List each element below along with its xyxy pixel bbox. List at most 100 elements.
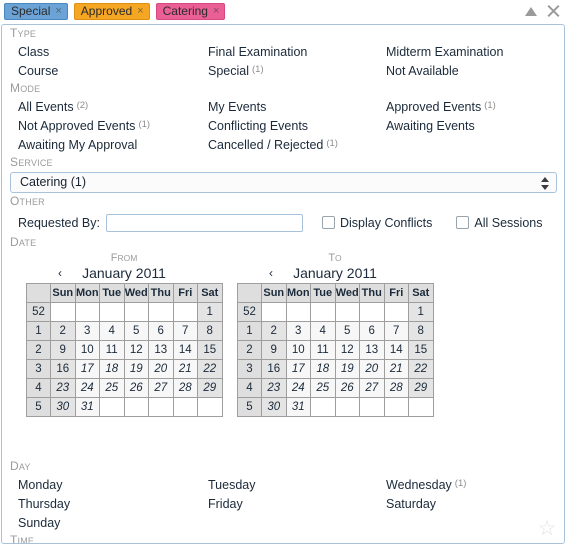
section-heading-initial: D bbox=[10, 235, 19, 249]
calendar-day-cell[interactable]: 6 bbox=[148, 321, 174, 341]
calendar-day-cell[interactable]: 31 bbox=[74, 397, 100, 417]
calendar-day-cell[interactable]: 16 bbox=[261, 359, 287, 379]
select-stepper-arrows-icon[interactable] bbox=[541, 176, 550, 191]
calendar-day-cell[interactable]: 22 bbox=[197, 359, 223, 379]
calendar-day-cell[interactable]: 15 bbox=[197, 340, 223, 360]
option-approved-events[interactable]: Approved Events (1) bbox=[386, 97, 564, 116]
option-day-tuesday[interactable]: Tuesday bbox=[208, 475, 386, 494]
calendar-day-cell[interactable]: 23 bbox=[261, 378, 287, 398]
calendar-day-cell[interactable]: 16 bbox=[50, 359, 76, 379]
calendar-day-cell[interactable]: 18 bbox=[99, 359, 125, 379]
calendar-day-cell[interactable]: 30 bbox=[50, 397, 76, 417]
option-day-saturday[interactable]: Saturday bbox=[386, 494, 564, 513]
calendar-day-cell[interactable]: 12 bbox=[123, 340, 149, 360]
calendar-day-cell[interactable]: 22 bbox=[408, 359, 434, 379]
option-conflicting-events[interactable]: Conflicting Events bbox=[208, 116, 386, 135]
option-day-thursday[interactable]: Thursday bbox=[18, 494, 208, 513]
calendar-day-cell[interactable]: 2 bbox=[50, 321, 76, 341]
calendar-day-cell[interactable]: 13 bbox=[359, 340, 385, 360]
calendar-prev-month-icon[interactable]: ‹ bbox=[269, 263, 273, 283]
display-conflicts-checkbox[interactable]: Display Conflicts bbox=[322, 216, 432, 230]
calendar-day-cell[interactable]: 21 bbox=[172, 359, 198, 379]
calendar-day-cell[interactable]: 29 bbox=[408, 378, 434, 398]
option-awaiting-my-approval[interactable]: Awaiting My Approval bbox=[18, 135, 208, 154]
calendar-day-cell[interactable]: 26 bbox=[123, 378, 149, 398]
calendar-day-cell[interactable]: 10 bbox=[285, 340, 311, 360]
calendar-day-cell[interactable]: 24 bbox=[285, 378, 311, 398]
remove-chip-icon[interactable]: × bbox=[213, 6, 219, 17]
option-not-available[interactable]: Not Available bbox=[386, 61, 564, 80]
option-day-sunday[interactable]: Sunday bbox=[18, 513, 208, 532]
calendar-day-cell[interactable]: 11 bbox=[99, 340, 125, 360]
option-course[interactable]: Course bbox=[18, 61, 208, 80]
calendar-day-cell[interactable]: 9 bbox=[261, 340, 287, 360]
calendar-day-cell[interactable]: 25 bbox=[99, 378, 125, 398]
filter-chip-approved[interactable]: Approved × bbox=[73, 3, 150, 20]
option-all-events[interactable]: All Events (2) bbox=[18, 97, 208, 116]
collapse-triangle-icon[interactable] bbox=[523, 2, 539, 20]
calendar-day-cell[interactable]: 11 bbox=[310, 340, 336, 360]
filter-chip-special[interactable]: Special × bbox=[4, 3, 68, 20]
option-special[interactable]: Special (1) bbox=[208, 61, 386, 80]
calendar-day-cell[interactable]: 7 bbox=[383, 321, 409, 341]
calendar-day-cell[interactable]: 31 bbox=[285, 397, 311, 417]
requested-by-input[interactable] bbox=[106, 213, 303, 232]
filter-chip-catering[interactable]: Catering × bbox=[155, 3, 226, 20]
option-final-examination[interactable]: Final Examination bbox=[208, 42, 386, 61]
option-not-approved-events[interactable]: Not Approved Events (1) bbox=[18, 116, 208, 135]
option-class[interactable]: Class bbox=[18, 42, 208, 61]
close-icon[interactable] bbox=[545, 2, 561, 20]
calendar-day-cell[interactable]: 12 bbox=[334, 340, 360, 360]
calendar-day-cell[interactable]: 28 bbox=[172, 378, 198, 398]
calendar-day-cell[interactable]: 17 bbox=[74, 359, 100, 379]
calendar-day-cell[interactable]: 7 bbox=[172, 321, 198, 341]
calendar-day-cell[interactable]: 25 bbox=[310, 378, 336, 398]
calendar-day-cell[interactable]: 2 bbox=[261, 321, 287, 341]
calendar-day-cell[interactable]: 5 bbox=[334, 321, 360, 341]
calendar-day-cell[interactable]: 20 bbox=[148, 359, 174, 379]
remove-chip-icon[interactable]: × bbox=[55, 6, 61, 17]
calendar-day-cell[interactable]: 29 bbox=[197, 378, 223, 398]
service-select[interactable]: Catering (1) bbox=[10, 172, 557, 193]
all-sessions-checkbox[interactable]: All Sessions bbox=[456, 216, 542, 230]
calendar-day-cell[interactable]: 20 bbox=[359, 359, 385, 379]
calendar-day-cell[interactable]: 5 bbox=[123, 321, 149, 341]
calendar-day-cell[interactable]: 1 bbox=[197, 302, 223, 322]
calendar-day-cell[interactable]: 19 bbox=[334, 359, 360, 379]
calendar-day-cell[interactable]: 13 bbox=[148, 340, 174, 360]
calendar-day-cell[interactable]: 14 bbox=[383, 340, 409, 360]
option-midterm-examination[interactable]: Midterm Examination bbox=[386, 42, 564, 61]
calendar-prev-month-icon[interactable]: ‹ bbox=[58, 263, 62, 283]
calendar-day-cell[interactable]: 8 bbox=[197, 321, 223, 341]
calendar-day-cell[interactable]: 4 bbox=[310, 321, 336, 341]
calendar-day-cell[interactable]: 17 bbox=[285, 359, 311, 379]
option-cancelled-rejected[interactable]: Cancelled / Rejected (1) bbox=[208, 135, 386, 154]
calendar-day-cell[interactable]: 21 bbox=[383, 359, 409, 379]
option-day-friday[interactable]: Friday bbox=[208, 494, 386, 513]
option-day-wednesday[interactable]: Wednesday (1) bbox=[386, 475, 564, 494]
calendar-day-cell[interactable]: 26 bbox=[334, 378, 360, 398]
calendar-day-cell[interactable]: 4 bbox=[99, 321, 125, 341]
calendar-day-cell[interactable]: 9 bbox=[50, 340, 76, 360]
calendar-day-cell[interactable]: 19 bbox=[123, 359, 149, 379]
option-my-events[interactable]: My Events bbox=[208, 97, 386, 116]
calendar-day-cell[interactable]: 14 bbox=[172, 340, 198, 360]
calendar-day-cell[interactable]: 3 bbox=[74, 321, 100, 341]
calendar-day-cell[interactable]: 30 bbox=[261, 397, 287, 417]
star-outline-icon[interactable]: ☆ bbox=[536, 518, 558, 540]
option-day-monday[interactable]: Monday bbox=[18, 475, 208, 494]
calendar-day-cell[interactable]: 18 bbox=[310, 359, 336, 379]
calendar-day-cell[interactable]: 27 bbox=[148, 378, 174, 398]
calendar-day-cell[interactable]: 15 bbox=[408, 340, 434, 360]
calendar-day-cell[interactable]: 27 bbox=[359, 378, 385, 398]
calendar-day-cell[interactable]: 24 bbox=[74, 378, 100, 398]
calendar-day-cell[interactable]: 6 bbox=[359, 321, 385, 341]
option-awaiting-events[interactable]: Awaiting Events bbox=[386, 116, 564, 135]
remove-chip-icon[interactable]: × bbox=[137, 6, 143, 17]
calendar-day-cell[interactable]: 3 bbox=[285, 321, 311, 341]
calendar-day-cell[interactable]: 1 bbox=[408, 302, 434, 322]
calendar-day-cell[interactable]: 8 bbox=[408, 321, 434, 341]
calendar-day-cell[interactable]: 23 bbox=[50, 378, 76, 398]
calendar-day-cell[interactable]: 28 bbox=[383, 378, 409, 398]
calendar-day-cell[interactable]: 10 bbox=[74, 340, 100, 360]
